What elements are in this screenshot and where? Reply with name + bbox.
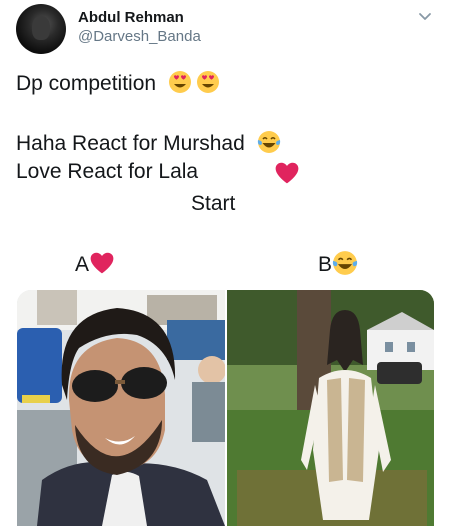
avatar[interactable] [16,4,66,54]
heart-emoji [275,162,299,184]
tweet-text-line-2: Haha React for Murshad [16,130,281,156]
label-b-text: B [318,253,333,276]
photo-b-standing-man[interactable] [227,290,434,526]
tweet-text-line-3: Love React for Lala [16,160,198,184]
tweet-text: Love React for Lala [16,160,199,183]
label-a-text: A [75,253,90,276]
author-handle[interactable]: @Darvesh_Banda [78,28,201,45]
author-name[interactable]: Abdul Rehman [78,9,184,26]
tears-of-joy-emoji [332,251,358,275]
chevron-down-icon[interactable] [418,10,432,24]
tweet-text-line-1: Dp competition [16,70,220,96]
heart-emoji [90,252,114,274]
tweet-text: Haha React for Murshad [16,132,245,155]
avatar-silhouette [32,16,50,40]
tweet-text: Dp competition [16,72,157,95]
photo-label-a: A [75,250,115,277]
tears-of-joy-emoji [257,131,280,153]
tweet-text-line-4: Start [191,192,236,215]
photo-a-selfie[interactable] [17,290,225,526]
heart-eyes-emoji [168,71,191,93]
photo-label-b: B [318,250,358,277]
heart-eyes-emoji [196,71,219,93]
